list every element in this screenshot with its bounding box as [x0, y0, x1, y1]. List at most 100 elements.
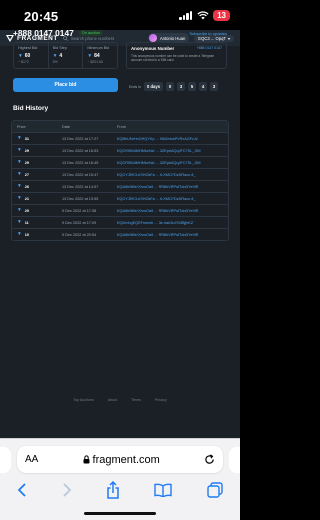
table-row: ▼ 21 13 Dec 2022 at 13:55 EQCYJEfCLhSHOkF…	[12, 192, 228, 204]
home-indicator	[84, 512, 156, 515]
bid-date: 13 Dec 2022 at 16:53	[62, 148, 99, 153]
ends-label: Ends in	[129, 84, 141, 89]
bid-from-link[interactable]: EQA6hMBsY0vwOa9 ... RR8hVRPsfTubDYe9IR	[117, 209, 228, 213]
bid-history-table: Price Date From ▼ 31 13 Dec 2022 at 17:27…	[11, 120, 229, 241]
site-footer: Top Auctions About Terms Privacy	[0, 398, 240, 402]
next-tab-peek[interactable]	[229, 447, 240, 473]
stat-label: Highest Bid	[18, 46, 38, 50]
table-header: Price Date From	[12, 121, 228, 132]
forward-icon[interactable]	[62, 482, 72, 498]
stat-usd: ~ $201.60	[87, 60, 104, 64]
stat-usd: ~ $172	[18, 60, 29, 64]
footer-link-top-auctions[interactable]: Top Auctions	[73, 398, 93, 402]
ton-icon: ▼	[18, 53, 23, 59]
bid-date: 9 Dec 2022 at 17:38	[62, 208, 97, 213]
bid-price: 29	[24, 160, 29, 165]
bid-price: 27	[24, 172, 29, 177]
bid-from-link[interactable]: EQCR5B4tMHMbzNsI ... 3ZEpbAQqJFC7SL_GM	[117, 149, 228, 153]
anonymous-number-card: Anonymous Number +888 0147 0147 This ano…	[126, 42, 227, 69]
stat-value: ▼ 60	[18, 53, 44, 59]
chevron-down-icon: ▾	[227, 35, 230, 41]
ton-icon: ▼	[17, 184, 22, 189]
address-bar[interactable]: AA fragment.com	[17, 446, 223, 473]
countdown-digit: 5	[188, 82, 197, 91]
battery-indicator: 13	[213, 10, 230, 21]
wallet-address: EQC3 ... OpqT	[198, 35, 226, 41]
auction-countdown: Ends in 0 days 0 3 5 4 3	[129, 82, 219, 91]
back-icon[interactable]	[17, 482, 27, 498]
bid-price: 29	[24, 148, 29, 153]
anonymous-description: This anonymous number can be used to cre…	[131, 54, 215, 63]
bookmarks-icon[interactable]	[154, 483, 173, 497]
stat-value: ▼ 4	[53, 53, 79, 59]
bid-price: 21	[24, 196, 29, 201]
bid-price: 10	[24, 232, 29, 237]
place-bid-button[interactable]: Place bid	[13, 78, 118, 92]
bid-date: 13 Dec 2022 at 13:55	[62, 196, 99, 201]
bid-from-link[interactable]: EQDmhgEQEFneezb ... 3e-irab3uYN3BjjbKZ	[117, 221, 228, 225]
footer-link-privacy[interactable]: Privacy	[155, 398, 167, 402]
status-icons: 13	[179, 10, 230, 21]
ton-icon: ▼	[17, 220, 22, 225]
cellular-signal-icon	[179, 11, 193, 20]
stat-minimum-bid: Minimum Bid ▼ 84 ~ $201.60	[83, 43, 117, 68]
anonymous-number-link[interactable]: +888 0147 0147	[197, 46, 222, 51]
table-row: ▼ 10 9 Dec 2022 at 20:54 EQA6hMBsY0vwOa9 …	[12, 228, 228, 240]
page-settings-button[interactable]: AA	[25, 454, 38, 465]
bid-from-link[interactable]: EQCYJEfCLhSHOkFa ... ILXMO7DzDRacn-fl_	[117, 173, 228, 177]
stat-label: Bid Step	[52, 46, 68, 50]
stat-highest-bid: Highest Bid ▼ 60 ~ $172	[14, 43, 49, 68]
countdown-digit: 0	[166, 82, 175, 91]
bid-price: 20	[24, 208, 29, 213]
bid-price: 26	[24, 184, 29, 189]
reload-icon[interactable]	[204, 454, 215, 465]
subscribe-link[interactable]: Subscribe to updates	[189, 31, 227, 36]
stat-bid-step: Bid Step ▼ 4 5%	[49, 43, 84, 68]
bid-stats: Highest Bid ▼ 60 ~ $172 Bid Step ▼ 4 5% Mi…	[13, 42, 118, 69]
footer-link-terms[interactable]: Terms	[131, 398, 141, 402]
share-icon[interactable]	[106, 481, 120, 499]
ton-icon: ▼	[17, 172, 22, 177]
aa-label: AA	[25, 454, 39, 465]
stat-number: 60	[24, 53, 31, 59]
url-text: fragment.com	[92, 453, 160, 466]
status-bar: 20:45 13	[0, 0, 240, 30]
table-row: ▼ 29 13 Dec 2022 at 16:53 EQCR5B4tMHMbzNs…	[12, 144, 228, 156]
url-display[interactable]: fragment.com	[38, 454, 204, 466]
bid-from-link[interactable]: EQBhUNrHnOHQYKp ... 0lbZmbaPVRxAGFcJz	[117, 137, 228, 141]
ton-icon: ▼	[17, 148, 22, 153]
bid-date: 9 Dec 2022 at 17:09	[62, 220, 97, 225]
bid-date: 13 Dec 2022 at 15:47	[62, 172, 99, 177]
stat-usd: 5%	[52, 60, 58, 64]
stat-value: ▼ 84	[87, 53, 113, 59]
ton-icon: ▼	[87, 53, 93, 59]
countdown-days: 0 days	[144, 82, 164, 91]
table-row: ▼ 20 9 Dec 2022 at 17:38 EQA6hMBsY0vwOa9 …	[12, 204, 228, 216]
bid-history-title: Bid History	[13, 105, 49, 112]
stat-label: Minimum Bid	[87, 46, 110, 50]
stat-number: 84	[94, 53, 100, 59]
bid-from-link[interactable]: EQA6hMBsY0vwOa9 ... RR8hVRPsfTubDYe9IR	[117, 185, 228, 189]
previous-tab-peek[interactable]	[0, 447, 11, 473]
bid-date: 13 Dec 2022 at 16:45	[62, 160, 99, 165]
footer-link-about[interactable]: About	[108, 398, 117, 402]
bid-from-link[interactable]: EQA6hMBsY0vwOa9 ... RR8hVRPsfTubDYe9IR	[117, 233, 228, 237]
ton-icon: ▼	[17, 160, 22, 165]
ton-icon: ▼	[52, 53, 58, 59]
wifi-icon	[197, 11, 209, 20]
countdown-digit: 3	[177, 82, 186, 91]
table-row: ▼ 26 13 Dec 2022 at 14:57 EQA6hMBsY0vwOa9…	[12, 180, 228, 192]
tabs-icon[interactable]	[207, 482, 223, 498]
table-row: ▼ 31 13 Dec 2022 at 17:27 EQBhUNrHnOHQYKp…	[12, 132, 228, 144]
column-header-price: Price	[17, 124, 26, 129]
username: Antonio Huan	[159, 35, 186, 41]
bid-from-link[interactable]: EQCR5B4tMHMbzNsI ... 3ZEpbAQqJFC7SL_GM	[117, 161, 228, 165]
bid-price: 31	[24, 136, 29, 141]
bid-price: 11	[24, 220, 29, 225]
bid-from-link[interactable]: EQCYJEfCLhSHOkFa ... ILXMO7DzDRacn-fl_	[117, 197, 228, 201]
status-badge: On auction	[78, 30, 104, 36]
phone-number-title: +888 0147 0147	[13, 28, 74, 38]
countdown-digit: 4	[199, 82, 208, 91]
table-row: ▼ 11 9 Dec 2022 at 17:09 EQDmhgEQEFneezb …	[12, 216, 228, 228]
safari-toolbar	[0, 479, 240, 501]
